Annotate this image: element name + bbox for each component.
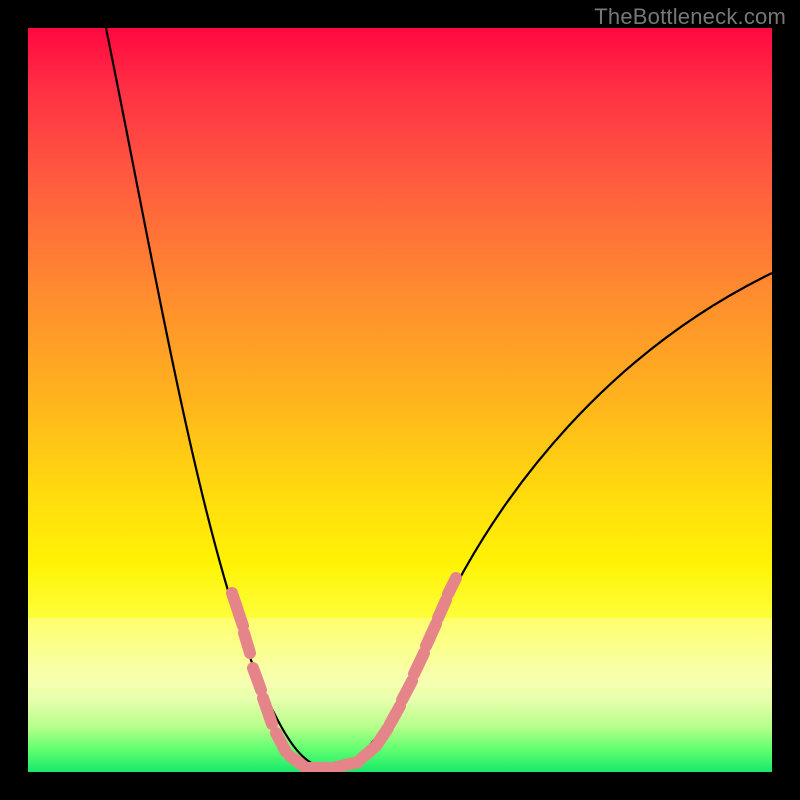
pale-band [28,618,772,688]
watermark-text: TheBottleneck.com [594,4,786,30]
plot-area [28,28,772,772]
bottom-markers [306,746,376,768]
chart-frame: TheBottleneck.com [0,0,800,800]
marker-seg [378,728,388,743]
marker-seg [263,698,272,724]
marker-seg [333,762,358,768]
marker-seg [448,578,456,594]
marker-seg [390,706,400,724]
marker-seg [438,600,446,618]
marker-seg [362,746,376,758]
curve-svg [28,28,772,772]
marker-seg [253,668,261,690]
marker-seg [244,633,250,653]
marker-seg [276,733,286,752]
